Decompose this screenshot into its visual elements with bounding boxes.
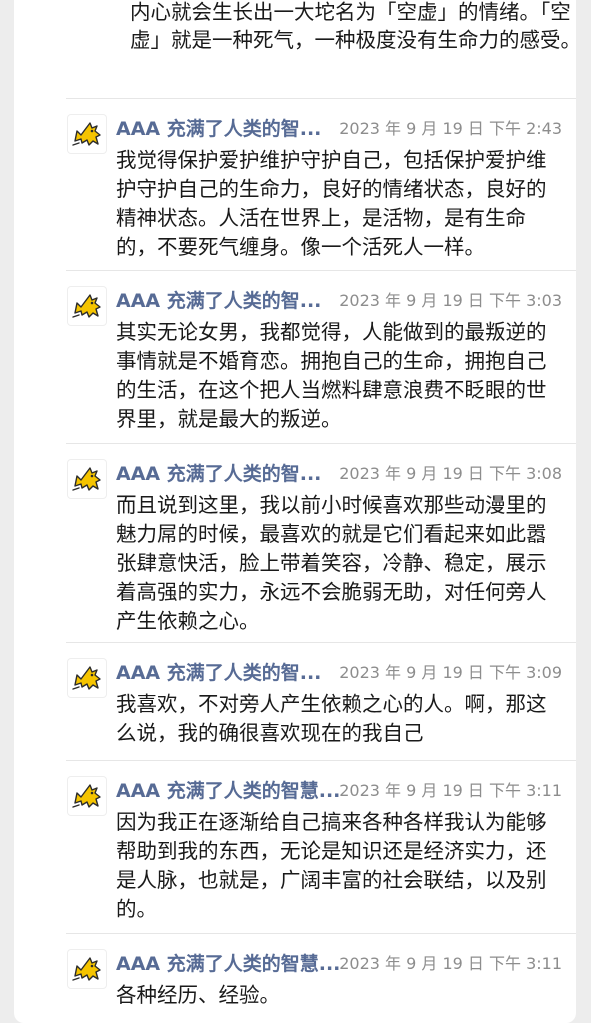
yellow-cat-icon <box>72 784 101 808</box>
yellow-cat-icon <box>72 666 101 690</box>
divider <box>66 933 576 934</box>
message-text: 我喜欢，不对旁人产生依赖之心的人。啊，那这么说，我的确很喜欢现在的我自己 <box>116 692 547 745</box>
avatar[interactable] <box>67 286 107 326</box>
divider <box>66 270 576 271</box>
avatar[interactable] <box>67 658 107 698</box>
timestamp: 2023 年 9 月 19 日 下午 3:03 <box>339 291 562 310</box>
timestamp: 2023 年 9 月 19 日 下午 3:09 <box>339 663 562 682</box>
sender-name[interactable]: AAA 充满了人类的智... <box>116 660 352 686</box>
avatar[interactable] <box>67 949 107 989</box>
timestamp: 2023 年 9 月 19 日 下午 3:11 <box>339 954 562 973</box>
sender-name[interactable]: AAA 充满了人类的智... <box>116 116 352 142</box>
yellow-cat-icon <box>72 122 101 146</box>
timestamp: 2023 年 9 月 19 日 下午 2:43 <box>339 119 562 138</box>
divider <box>66 98 576 99</box>
sender-name[interactable]: AAA 充满了人类的智... <box>116 288 352 314</box>
sender-name[interactable]: AAA 充满了人类的智慧... <box>116 778 362 804</box>
message-text: 内心就会生长出一大坨名为「空虚」的情绪。「空虚」就是一种死气，一种极度没有生命力… <box>130 0 576 52</box>
sender-name[interactable]: AAA 充满了人类的智慧... <box>116 951 362 977</box>
avatar[interactable] <box>67 114 107 154</box>
divider <box>66 760 576 761</box>
divider <box>66 443 576 444</box>
divider <box>66 642 576 643</box>
timestamp: 2023 年 9 月 19 日 下午 3:11 <box>339 781 562 800</box>
message-text: 各种经历、经验。 <box>116 983 280 1007</box>
message-text: 而且说到这里，我以前小时候喜欢那些动漫里的魅力屌的时候，最喜欢的就是它们看起来如… <box>116 493 547 633</box>
yellow-cat-icon <box>72 467 101 491</box>
avatar[interactable] <box>67 459 107 499</box>
sender-name[interactable]: AAA 充满了人类的智... <box>116 461 352 487</box>
avatar[interactable] <box>67 776 107 816</box>
message-list: 内心就会生长出一大坨名为「空虚」的情绪。「空虚」就是一种死气，一种极度没有生命力… <box>14 0 576 1023</box>
timestamp: 2023 年 9 月 19 日 下午 3:08 <box>339 464 562 483</box>
yellow-cat-icon <box>72 294 101 318</box>
message-text: 因为我正在逐渐给自己搞来各种各样我认为能够帮助到我的东西，无论是知识还是经济实力… <box>116 810 547 921</box>
message-text: 我觉得保护爱护维护守护自己，包括保护爱护维护守护自己的生命力，良好的情绪状态，良… <box>116 148 547 259</box>
message-text: 其实无论女男，我都觉得，人能做到的最叛逆的事情就是不婚育恋。拥抱自己的生命，拥抱… <box>116 320 547 431</box>
yellow-cat-icon <box>72 957 101 981</box>
